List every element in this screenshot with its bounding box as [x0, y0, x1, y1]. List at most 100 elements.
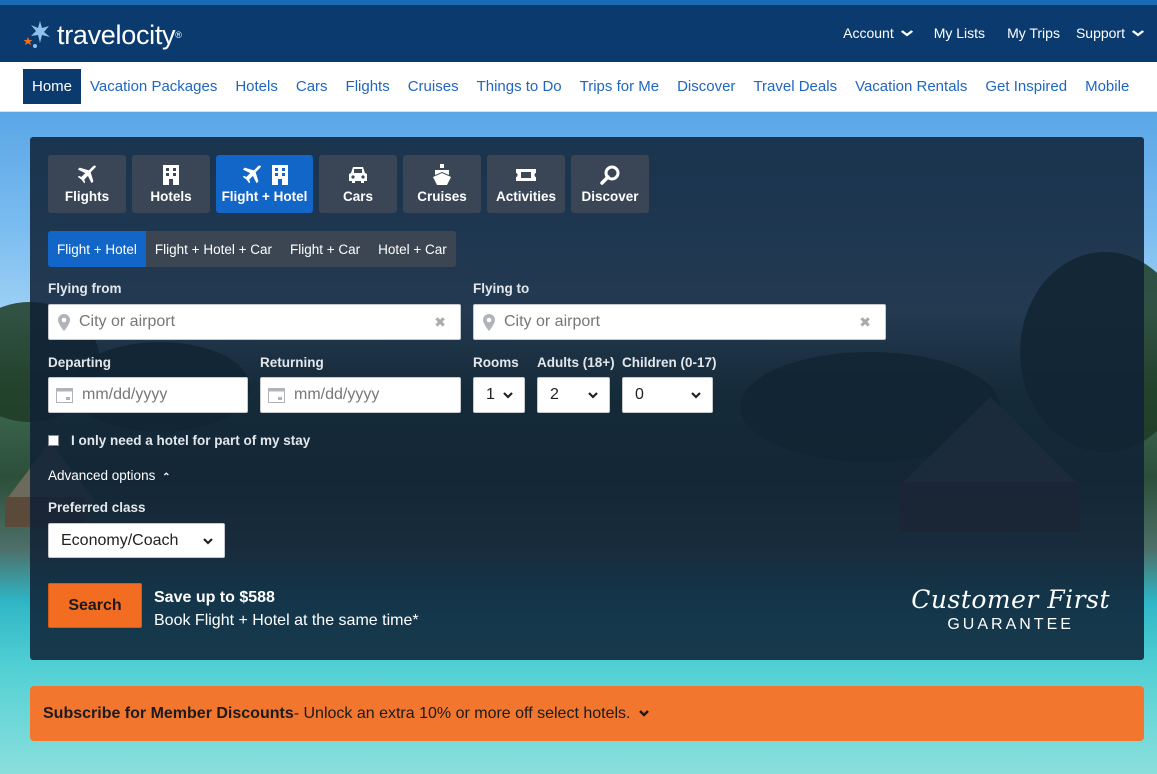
logo-text: travelocity — [57, 19, 176, 50]
tab-label: Cars — [342, 189, 374, 204]
customer-first-guarantee-badge[interactable]: Customer First GUARANTEE — [911, 585, 1110, 634]
adults-value: 2 — [550, 386, 559, 403]
account-label: Account — [843, 25, 894, 41]
search-button[interactable]: Search — [48, 583, 142, 628]
nav-travel-deals[interactable]: Travel Deals — [744, 69, 846, 104]
nav-things-to-do[interactable]: Things to Do — [468, 69, 571, 104]
tab-cars[interactable]: Cars — [319, 155, 397, 213]
product-tabs: Flights Hotels Flight + Hotel Cars Cruis… — [48, 155, 655, 213]
building-icon — [162, 164, 180, 186]
support-menu[interactable]: Support — [1075, 25, 1145, 41]
tab-activities[interactable]: Activities — [487, 155, 565, 213]
tab-hotels[interactable]: Hotels — [132, 155, 210, 213]
tab-discover[interactable]: Discover — [571, 155, 649, 213]
tab-label: Cruises — [417, 189, 467, 204]
rooms-value: 1 — [486, 386, 495, 403]
chevron-down-icon — [638, 709, 650, 718]
my-lists-label: My Lists — [933, 25, 986, 41]
location-pin-icon — [483, 313, 495, 331]
rooms-select[interactable]: 1 — [473, 377, 525, 413]
flying-from-label: Flying from — [48, 281, 122, 296]
logo-trademark: ® — [175, 30, 182, 40]
main-nav: Home Vacation Packages Hotels Cars Fligh… — [0, 62, 1157, 112]
departing-date-input[interactable]: mm/dd/yyyy — [48, 377, 248, 413]
guarantee-line-1: Customer First — [911, 585, 1110, 614]
nav-get-inspired[interactable]: Get Inspired — [976, 69, 1076, 104]
nav-cruises[interactable]: Cruises — [399, 69, 468, 104]
subtab-flight-hotel-car[interactable]: Flight + Hotel + Car — [146, 231, 281, 267]
nav-mobile[interactable]: Mobile — [1076, 69, 1138, 104]
subscribe-text: - Unlock an extra 10% or more off select… — [293, 704, 631, 722]
flying-to-input[interactable]: City or airport ✖ — [473, 304, 886, 340]
nav-home[interactable]: Home — [23, 69, 82, 104]
flying-from-input[interactable]: City or airport ✖ — [48, 304, 461, 340]
support-label: Support — [1075, 25, 1125, 41]
my-trips-link[interactable]: My Trips — [1007, 25, 1060, 41]
package-subtabs: Flight + Hotel Flight + Hotel + Car Flig… — [48, 231, 456, 267]
travelocity-logo[interactable]: travelocity ® — [22, 19, 182, 51]
tab-flight-hotel[interactable]: Flight + Hotel — [216, 155, 313, 213]
flying-to-label: Flying to — [473, 281, 530, 296]
nav-hotels[interactable]: Hotels — [226, 69, 287, 104]
subtab-flight-hotel[interactable]: Flight + Hotel — [48, 231, 146, 267]
children-label: Children (0-17) — [622, 355, 717, 370]
adults-label: Adults (18+) — [537, 355, 615, 370]
plane-icon — [76, 164, 98, 186]
rooms-label: Rooms — [473, 355, 519, 370]
partial-stay-row: I only need a hotel for part of my stay — [48, 433, 310, 448]
subtab-flight-car[interactable]: Flight + Car — [281, 231, 369, 267]
calendar-icon — [56, 387, 73, 403]
nav-cars[interactable]: Cars — [287, 69, 337, 104]
chevron-down-icon — [1131, 29, 1145, 36]
promo-title: Save up to $588 — [154, 589, 275, 606]
adults-select[interactable]: 2 — [537, 377, 610, 413]
ship-icon — [432, 164, 452, 186]
guarantee-line-2: GUARANTEE — [947, 616, 1074, 633]
chevron-down-icon — [900, 29, 913, 36]
tab-cruises[interactable]: Cruises — [403, 155, 481, 213]
clear-icon[interactable]: ✖ — [434, 314, 446, 331]
subtab-hotel-car[interactable]: Hotel + Car — [369, 231, 456, 267]
flying-to-placeholder: City or airport — [504, 313, 601, 330]
nav-discover[interactable]: Discover — [668, 69, 744, 104]
departing-label: Departing — [48, 355, 112, 370]
tab-label: Activities — [495, 189, 557, 204]
preferred-class-label: Preferred class — [48, 500, 146, 515]
subscribe-banner[interactable]: Subscribe for Member Discounts - Unlock … — [30, 686, 1144, 741]
my-trips-label: My Trips — [1007, 25, 1060, 41]
returning-date-input[interactable]: mm/dd/yyyy — [260, 377, 461, 413]
tab-label: Discover — [581, 189, 639, 204]
ticket-icon — [515, 164, 537, 186]
magnifier-icon — [600, 164, 620, 186]
calendar-icon — [268, 387, 285, 403]
tab-flights[interactable]: Flights — [48, 155, 126, 213]
promo-subtitle: Book Flight + Hotel at the same time* — [154, 612, 419, 629]
subscribe-title: Subscribe for Member Discounts — [43, 704, 294, 722]
partial-stay-label[interactable]: I only need a hotel for part of my stay — [71, 433, 310, 448]
utility-nav: Account My Lists My Trips Support — [821, 25, 1145, 41]
plane-building-icon — [241, 164, 289, 186]
children-select[interactable]: 0 — [622, 377, 713, 413]
advanced-options-toggle[interactable]: Advanced options ⌃ — [48, 468, 170, 483]
nav-flights[interactable]: Flights — [337, 69, 399, 104]
nav-vacation-rentals[interactable]: Vacation Rentals — [846, 69, 976, 104]
account-menu[interactable]: Account — [843, 25, 913, 41]
tab-label: Hotels — [150, 189, 192, 204]
double-chevron-up-icon: ⌃ — [162, 472, 171, 483]
preferred-class-select[interactable]: Economy/Coach — [48, 523, 225, 558]
my-lists-link[interactable]: My Lists — [934, 25, 985, 41]
nav-trips-for-me[interactable]: Trips for Me — [571, 69, 668, 104]
partial-stay-checkbox[interactable] — [48, 435, 59, 446]
departing-placeholder: mm/dd/yyyy — [82, 386, 168, 403]
chevron-down-icon — [203, 538, 213, 545]
advanced-options-label: Advanced options — [48, 468, 156, 483]
chevron-down-icon — [588, 392, 598, 399]
tab-label: Flights — [64, 189, 110, 204]
car-icon — [347, 164, 369, 186]
tab-label: Flight + Hotel — [221, 189, 308, 204]
nav-vacation-packages[interactable]: Vacation Packages — [81, 69, 226, 104]
clear-icon[interactable]: ✖ — [859, 314, 871, 331]
flying-from-placeholder: City or airport — [79, 313, 176, 330]
preferred-class-value: Economy/Coach — [61, 531, 179, 549]
location-pin-icon — [58, 313, 70, 331]
